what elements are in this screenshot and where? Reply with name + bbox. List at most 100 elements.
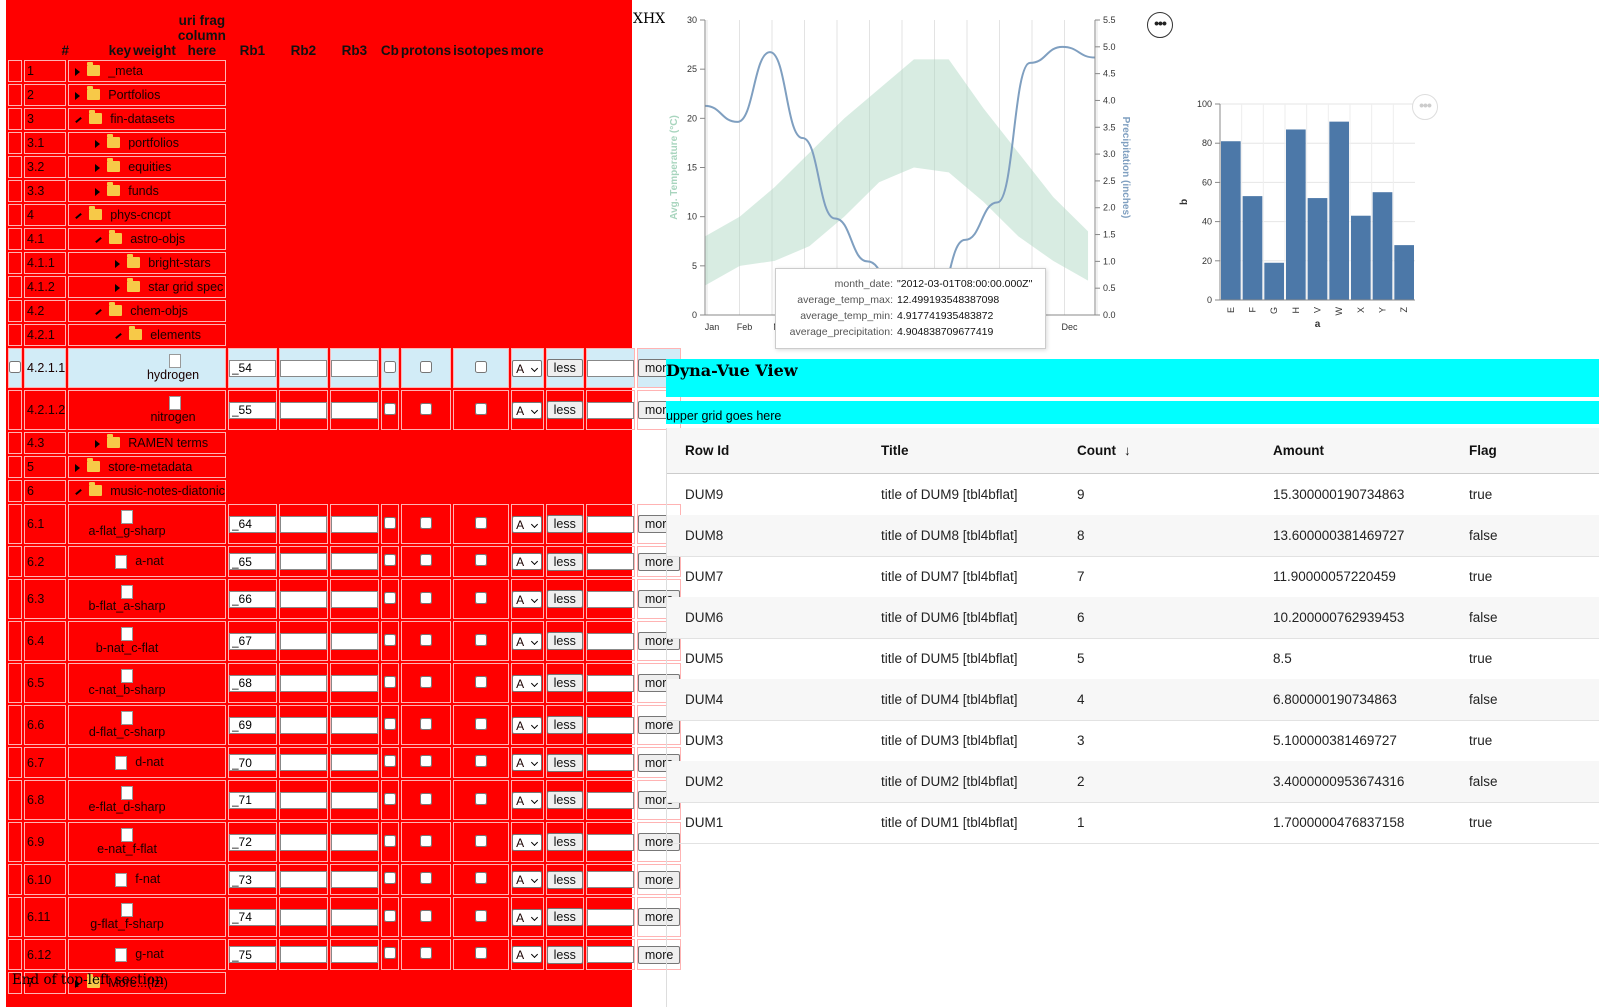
tree-leaf-row[interactable]: 6.1a-flat_g-sharpAlessmore	[8, 504, 682, 544]
less-button[interactable]: less	[546, 515, 583, 533]
expand-arrow-icon[interactable]	[115, 283, 121, 292]
rb2-checkbox[interactable]	[420, 554, 432, 566]
rb2-checkbox[interactable]	[420, 402, 432, 415]
tree-branch-row[interactable]: 3.3 funds	[8, 180, 681, 202]
less-button[interactable]: less	[546, 359, 583, 377]
tree-branch-row[interactable]: 4.2.1 elements	[8, 324, 681, 346]
rb1-checkbox[interactable]	[383, 591, 396, 604]
rb2-checkbox[interactable]	[420, 633, 432, 646]
less-button[interactable]: less	[546, 590, 583, 608]
rb2-checkbox[interactable]	[420, 675, 432, 688]
less-button[interactable]: less	[546, 674, 583, 692]
rb2-checkbox[interactable]	[420, 792, 432, 805]
rb3-checkbox[interactable]	[474, 675, 487, 688]
weight-input[interactable]	[279, 632, 327, 650]
key-input[interactable]	[228, 833, 276, 851]
less-button[interactable]: less	[546, 552, 583, 571]
less-button[interactable]: less	[546, 945, 583, 964]
rb3-checkbox[interactable]	[474, 755, 487, 767]
rb3-checkbox[interactable]	[474, 909, 487, 922]
table-row[interactable]: DUM3 title of DUM3 [tbl4bflat] 3 5.10000038…	[667, 720, 1599, 762]
collapse-arrow-icon[interactable]	[75, 212, 83, 219]
uri-frag-input[interactable]	[330, 553, 378, 570]
rb3-checkbox[interactable]	[474, 717, 487, 730]
rb3-checkbox[interactable]	[474, 792, 487, 805]
isotopes-input[interactable]	[586, 632, 634, 650]
header-count[interactable]: Count ↓	[1077, 428, 1131, 473]
tree-branch-row[interactable]: 4 phys-cncpt	[8, 204, 681, 226]
isotopes-input[interactable]	[586, 674, 634, 692]
weight-input[interactable]	[279, 515, 327, 533]
weight-input[interactable]	[279, 716, 327, 734]
isotopes-input[interactable]	[586, 553, 634, 570]
table-row[interactable]: DUM5 title of DUM5 [tbl4bflat] 5 8.5 true	[667, 638, 1599, 680]
rb1-checkbox[interactable]	[383, 360, 396, 373]
uri-frag-input[interactable]	[330, 401, 378, 419]
rb2-checkbox[interactable]	[420, 872, 432, 884]
isotopes-input[interactable]	[586, 401, 634, 419]
tree-leaf-row[interactable]: 6.4b-nat_c-flatAlessmore	[8, 621, 682, 661]
rb2-checkbox[interactable]	[420, 909, 432, 922]
isotopes-input[interactable]	[586, 359, 634, 377]
expand-arrow-icon[interactable]	[95, 187, 101, 196]
weight-input[interactable]	[279, 674, 327, 692]
weight-input[interactable]	[279, 359, 327, 377]
isotopes-input[interactable]	[586, 515, 634, 533]
collapse-arrow-icon[interactable]	[115, 332, 123, 339]
isotopes-input[interactable]	[586, 590, 634, 608]
rb1-checkbox[interactable]	[383, 872, 396, 884]
key-input[interactable]	[228, 754, 276, 771]
tree-leaf-row[interactable]: 6.11g-flat_f-sharpAlessmore	[8, 897, 682, 937]
less-button[interactable]: less	[546, 401, 583, 419]
rb3-checkbox[interactable]	[474, 872, 487, 884]
rb1-checkbox[interactable]	[383, 717, 396, 730]
tree-leaf-row[interactable]: 6.10f-natAlessmore	[8, 864, 682, 895]
sort-descending-icon[interactable]: ↓	[1124, 428, 1131, 473]
rb3-checkbox[interactable]	[474, 591, 487, 604]
tree-leaf-row[interactable]: 6.5c-nat_b-sharpAlessmore	[8, 663, 682, 703]
isotopes-input[interactable]	[586, 833, 634, 851]
collapse-arrow-icon[interactable]	[95, 236, 103, 243]
table-row[interactable]: DUM7 title of DUM7 [tbl4bflat] 7 11.9000005…	[667, 556, 1599, 598]
weight-input[interactable]	[279, 833, 327, 851]
table-row[interactable]: DUM4 title of DUM4 [tbl4bflat] 4 6.80000019…	[667, 679, 1599, 721]
less-button[interactable]: less	[546, 753, 583, 772]
rb2-checkbox[interactable]	[420, 360, 432, 373]
cb-select[interactable]: A	[512, 833, 543, 851]
cb-select[interactable]: A	[512, 590, 543, 608]
uri-frag-input[interactable]	[330, 833, 378, 851]
collapse-arrow-icon[interactable]	[75, 116, 83, 123]
isotopes-input[interactable]	[586, 871, 634, 888]
key-input[interactable]	[228, 716, 276, 734]
uri-frag-input[interactable]	[330, 674, 378, 692]
bar-chart-actions-menu-button[interactable]: •••	[1412, 94, 1438, 120]
isotopes-input[interactable]	[586, 716, 634, 734]
rb1-checkbox[interactable]	[383, 947, 396, 959]
uri-frag-input[interactable]	[330, 590, 378, 608]
tree-branch-row[interactable]: 3.1 portfolios	[8, 132, 681, 154]
cb-select[interactable]: A	[512, 791, 543, 809]
table-row[interactable]: DUM2 title of DUM2 [tbl4bflat] 2 3.40000009…	[667, 761, 1599, 803]
header-row-id[interactable]: Row Id	[685, 428, 729, 473]
weight-input[interactable]	[279, 401, 327, 419]
tree-branch-row[interactable]: 4.1.2 star grid spec	[8, 276, 681, 298]
tree-leaf-row[interactable]: 6.7d-natAlessmore	[8, 747, 682, 778]
tree-leaf-row[interactable]: 4.2.1.2nitrogenAlessmore	[8, 390, 682, 430]
rb3-checkbox[interactable]	[474, 834, 487, 847]
tree-branch-row[interactable]: 3.2 equities	[8, 156, 681, 178]
rb2-checkbox[interactable]	[420, 591, 432, 604]
expand-arrow-icon[interactable]	[75, 463, 81, 472]
rb2-checkbox[interactable]	[420, 516, 432, 529]
cb-select[interactable]: A	[512, 359, 543, 377]
cb-select[interactable]: A	[512, 515, 543, 533]
row-select-checkbox[interactable]	[9, 360, 21, 373]
rb1-checkbox[interactable]	[383, 516, 396, 529]
expand-arrow-icon[interactable]	[95, 163, 101, 172]
tree-leaf-row[interactable]: 6.12g-natAlessmore	[8, 939, 682, 970]
less-button[interactable]: less	[546, 908, 583, 926]
weight-input[interactable]	[279, 908, 327, 926]
key-input[interactable]	[228, 590, 276, 608]
key-input[interactable]	[228, 908, 276, 926]
weight-input[interactable]	[279, 754, 327, 771]
rb1-checkbox[interactable]	[383, 792, 396, 805]
